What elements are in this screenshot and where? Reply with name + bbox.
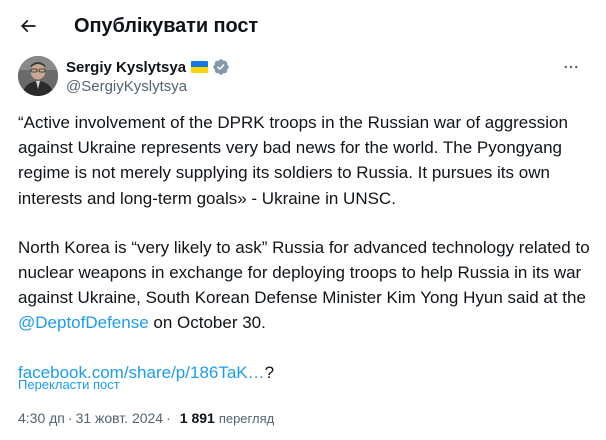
- tweet-paragraph-2-end: on October 30.: [148, 313, 266, 333]
- tweet-paragraph-2-text: North Korea is “very likely to ask” Russ…: [18, 237, 590, 308]
- top-bar: Опублікувати пост: [0, 0, 606, 52]
- avatar[interactable]: [18, 56, 58, 96]
- tweet-paragraph-1: “Active involvement of the DPRK troops i…: [18, 113, 568, 208]
- arrow-left-icon: [20, 19, 36, 33]
- views-label: перегляд: [218, 411, 275, 426]
- avatar-image: [18, 56, 58, 96]
- views-count[interactable]: 1 891: [180, 410, 215, 426]
- page-title: Опублікувати пост: [74, 15, 259, 37]
- verified-badge-icon: [213, 59, 229, 75]
- back-button[interactable]: [10, 8, 46, 44]
- mention-link[interactable]: @DeptofDefense: [18, 313, 149, 332]
- meta-separator-2: ·: [166, 410, 171, 426]
- more-options-button[interactable]: [556, 56, 586, 78]
- tweet-paragraph-2: North Korea is “very likely to ask” Russ…: [18, 235, 590, 336]
- post-time[interactable]: 4:30 дп: [18, 410, 65, 426]
- ukraine-flag-icon: [191, 61, 209, 73]
- name-line: Sergiy Kyslytsya: [66, 58, 230, 76]
- translate-post-button[interactable]: Перекласти пост: [18, 377, 120, 392]
- post-date[interactable]: 31 жовт. 2024: [76, 410, 164, 426]
- tweet-meta: 4:30 дп · 31 жовт. 2024 · 1 891 перегляд: [18, 410, 274, 426]
- tweet-author: Sergiy Kyslytsya @SergiyKyslytsya: [18, 56, 588, 100]
- more-horizontal-icon: [564, 65, 578, 69]
- meta-separator: ·: [67, 410, 73, 426]
- author-name[interactable]: Sergiy Kyslytsya: [66, 59, 186, 76]
- link-suffix: ?: [264, 362, 275, 382]
- author-handle[interactable]: @SergiyKyslytsya: [66, 78, 187, 95]
- tweet-body: “Active involvement of the DPRK troops i…: [18, 110, 590, 409]
